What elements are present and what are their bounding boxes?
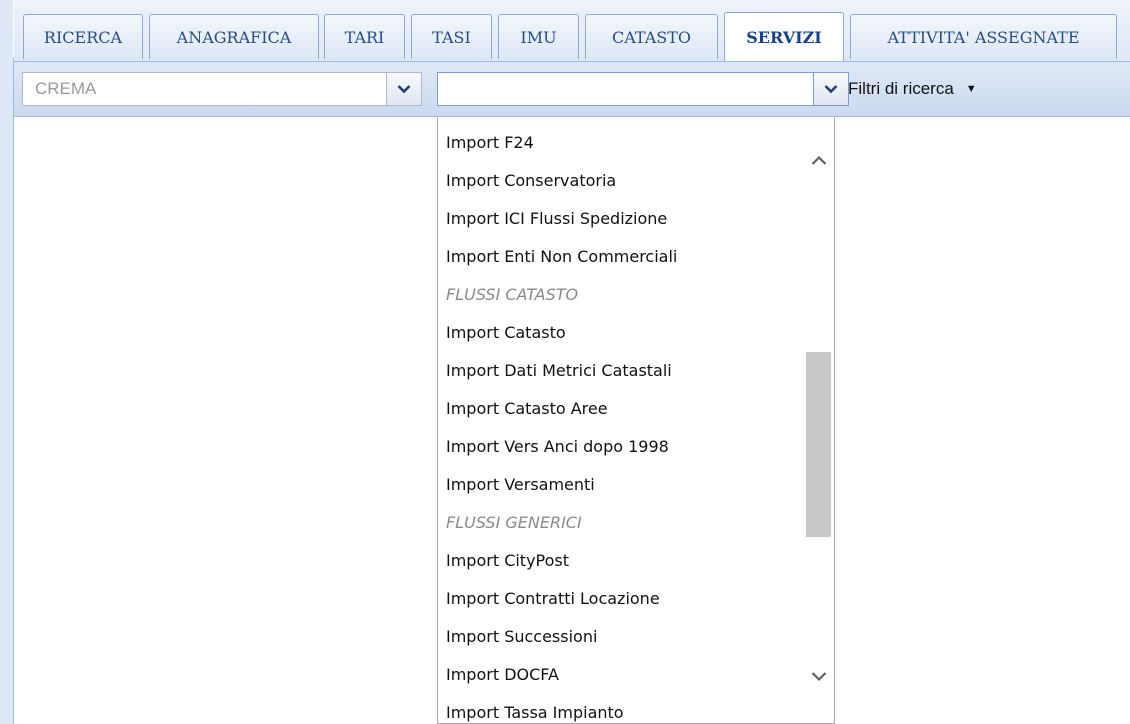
option-import-docfa[interactable]: Import DOCFA	[446, 656, 796, 692]
chevron-down-icon	[397, 85, 411, 94]
group-header-flussi-generici: FLUSSI GENERICI	[446, 512, 582, 532]
left-panel-edge	[0, 0, 13, 724]
group-header-flussi-catasto: FLUSSI CATASTO	[446, 284, 579, 304]
service-dropdown-trigger[interactable]	[813, 73, 848, 105]
option-import-contratti-locazione[interactable]: Import Contratti Locazione	[446, 580, 796, 616]
search-filters-label: Filtri di ricerca	[848, 79, 954, 98]
chevron-down-icon	[811, 671, 826, 681]
tab-bar: RICERCA ANAGRAFICA TARI TASI IMU CATASTO…	[14, 0, 1130, 62]
chevron-down-icon	[824, 85, 838, 94]
panel-border	[13, 58, 14, 724]
chevron-up-icon	[811, 155, 826, 165]
service-dropdown-list: Import F24 Import Conservatoria Import I…	[437, 117, 835, 724]
option-import-f24[interactable]: Import F24	[446, 124, 796, 160]
option-import-dati-metrici-catastali[interactable]: Import Dati Metrici Catastali	[446, 352, 796, 388]
municipality-combo[interactable]	[22, 72, 422, 106]
tab-tari[interactable]: TARI	[324, 14, 405, 59]
option-import-vers-anci-dopo-1998[interactable]: Import Vers Anci dopo 1998	[446, 428, 796, 464]
tab-servizi[interactable]: SERVIZI	[724, 12, 844, 61]
scroll-up-button[interactable]	[802, 143, 834, 177]
caret-down-icon: ▼	[965, 83, 977, 95]
option-import-ici-flussi-spedizione[interactable]: Import ICI Flussi Spedizione	[446, 200, 796, 236]
tab-ricerca[interactable]: RICERCA	[23, 14, 143, 59]
scroll-down-button[interactable]	[802, 659, 834, 693]
option-import-citypost[interactable]: Import CityPost	[446, 542, 796, 578]
municipality-dropdown-trigger[interactable]	[386, 73, 421, 105]
option-import-enti-non-commerciali[interactable]: Import Enti Non Commerciali	[446, 238, 796, 274]
option-import-successioni[interactable]: Import Successioni	[446, 618, 796, 654]
scroll-thumb[interactable]	[806, 352, 831, 537]
tab-attivita-assegnate[interactable]: ATTIVITA' ASSEGNATE	[850, 14, 1117, 59]
search-filters-button[interactable]: Filtri di ricerca ▼	[848, 62, 977, 116]
municipality-input[interactable]	[23, 73, 389, 105]
service-input[interactable]	[438, 73, 816, 105]
option-import-catasto-aree[interactable]: Import Catasto Aree	[446, 390, 796, 426]
tab-imu[interactable]: IMU	[498, 14, 579, 59]
tab-catasto[interactable]: CATASTO	[585, 14, 718, 59]
dropdown-scrollbar[interactable]	[802, 117, 834, 723]
tab-anagrafica[interactable]: ANAGRAFICA	[149, 14, 319, 59]
option-import-versamenti[interactable]: Import Versamenti	[446, 466, 796, 502]
option-import-conservatoria[interactable]: Import Conservatoria	[446, 162, 796, 198]
toolbar: Filtri di ricerca ▼	[14, 62, 1130, 117]
option-import-tassa-impianto[interactable]: Import Tassa Impianto	[446, 694, 796, 723]
service-combo[interactable]	[437, 72, 849, 106]
tab-tasi[interactable]: TASI	[411, 14, 492, 59]
option-import-catasto[interactable]: Import Catasto	[446, 314, 796, 350]
